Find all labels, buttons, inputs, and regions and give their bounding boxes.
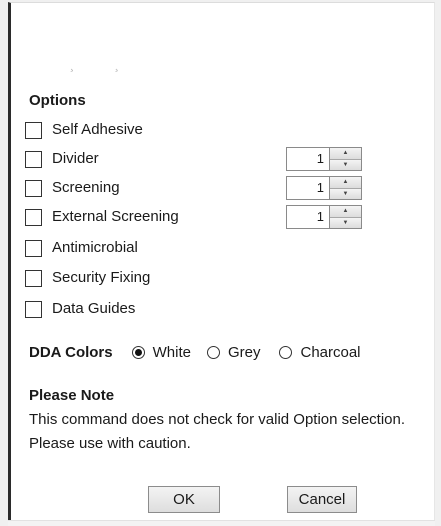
external-screening-checkbox[interactable] <box>25 208 42 226</box>
divider-decrement-icon[interactable]: ▼ <box>330 158 361 170</box>
dda-option-charcoal[interactable]: Charcoal <box>279 343 361 361</box>
screening-quantity-stepper[interactable]: 1 ▲ ▼ <box>286 176 362 200</box>
external-screening-quantity-stepper[interactable]: 1 ▲ ▼ <box>286 205 362 229</box>
note-text: This command does not check for valid Op… <box>29 411 406 452</box>
ok-button[interactable]: OK <box>148 486 220 513</box>
screening-stepper-buttons: ▲ ▼ <box>330 176 362 200</box>
grey-radio[interactable] <box>206 345 220 359</box>
selected-dot-icon <box>134 348 142 356</box>
clipped-text-fragment: ¨ ˙ ¸ ˙ ˙ ˙ ˙ ¸ ˙ <box>52 64 129 72</box>
options-heading: Options <box>29 92 86 109</box>
white-radio[interactable] <box>131 345 145 359</box>
divider-label: Divider <box>52 150 99 167</box>
divider-quantity-stepper[interactable]: 1 ▲ ▼ <box>286 147 362 171</box>
data-guides-checkbox[interactable] <box>25 300 42 318</box>
screening-decrement-icon[interactable]: ▼ <box>330 187 361 199</box>
divider-increment-icon[interactable]: ▲ <box>330 148 361 159</box>
screening-increment-icon[interactable]: ▲ <box>330 177 361 188</box>
dda-option-grey[interactable]: Grey <box>206 343 261 361</box>
antimicrobial-checkbox[interactable] <box>25 239 42 257</box>
charcoal-radio-label: Charcoal <box>300 343 361 361</box>
data-guides-label: Data Guides <box>52 300 136 317</box>
self-adhesive-checkbox[interactable] <box>25 121 42 139</box>
dda-colors-label: DDA Colors <box>29 343 113 361</box>
option-data-guides[interactable]: Data Guides <box>25 298 365 320</box>
screening-checkbox[interactable] <box>25 179 42 197</box>
antimicrobial-label: Antimicrobial <box>52 239 138 256</box>
security-fixing-label: Security Fixing <box>52 269 151 286</box>
grey-radio-label: Grey <box>227 343 261 361</box>
divider-checkbox[interactable] <box>25 150 42 168</box>
screening-label: Screening <box>52 179 120 196</box>
divider-quantity-input[interactable]: 1 <box>286 147 330 171</box>
external-screening-stepper-buttons: ▲ ▼ <box>330 205 362 229</box>
self-adhesive-label: Self Adhesive <box>52 121 143 138</box>
cancel-button[interactable]: Cancel <box>287 486 357 513</box>
external-screening-quantity-input[interactable]: 1 <box>286 205 330 229</box>
option-security-fixing[interactable]: Security Fixing <box>25 267 365 289</box>
external-screening-increment-icon[interactable]: ▲ <box>330 206 361 217</box>
divider-stepper-buttons: ▲ ▼ <box>330 147 362 171</box>
dda-option-white[interactable]: White <box>131 343 191 361</box>
external-screening-decrement-icon[interactable]: ▼ <box>330 216 361 228</box>
charcoal-radio[interactable] <box>279 345 293 359</box>
note-heading: Please Note <box>29 387 115 404</box>
dda-colors-row: DDA Colors White Grey Charcoal <box>29 340 439 364</box>
security-fixing-checkbox[interactable] <box>25 269 42 287</box>
dialog-bottom-edge <box>8 520 435 526</box>
option-antimicrobial[interactable]: Antimicrobial <box>25 237 365 259</box>
option-self-adhesive[interactable]: Self Adhesive <box>25 119 365 141</box>
screening-quantity-input[interactable]: 1 <box>286 176 330 200</box>
white-radio-label: White <box>152 343 191 361</box>
external-screening-label: External Screening <box>52 208 179 225</box>
